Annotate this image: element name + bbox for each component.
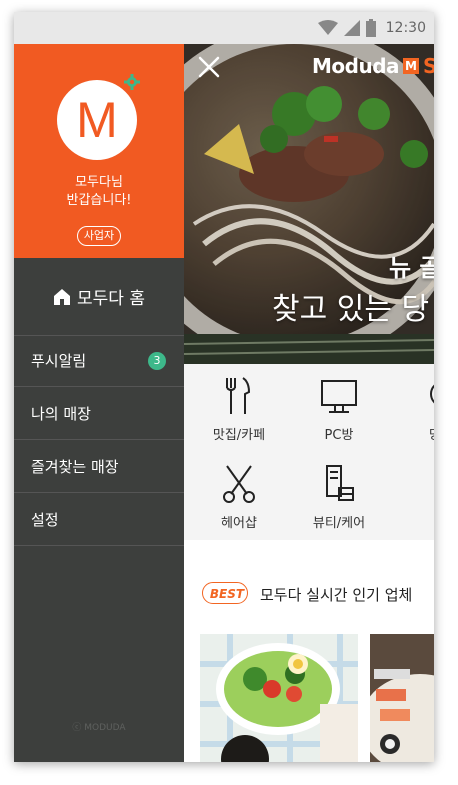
menu-item-label: 나의 매장 xyxy=(31,405,91,423)
greeting-name: 모두다님 xyxy=(75,175,123,190)
business-button[interactable]: 사업자 xyxy=(77,226,121,246)
main-content: 뉴 골 찾고 있는 당 Moduda M S 맛집/카페 PC방 헤어샵 뷰티/… xyxy=(184,44,434,762)
hero-title-line2: 찾고 있는 당 xyxy=(272,292,430,327)
status-time: 12:30 xyxy=(385,20,426,36)
utensils-icon xyxy=(226,377,251,414)
close-icon xyxy=(198,56,220,78)
battery-icon xyxy=(365,19,376,37)
salad-photo xyxy=(200,634,358,762)
phone-screen: 12:30 뉴 골 찾고 있는 당 Moduda M S 맛집/카페 PC방 헤… xyxy=(14,12,434,762)
category-hair-salon[interactable]: 헤어샵 xyxy=(194,464,284,531)
category-pc-room[interactable]: PC방 xyxy=(294,376,384,443)
hero-title-line1: 뉴 골 xyxy=(389,254,434,282)
home-label: 모두다 홈 xyxy=(77,289,145,309)
hero-banner[interactable]: 뉴 골 찾고 있는 당 xyxy=(184,44,434,364)
notification-count-badge: 3 xyxy=(148,352,166,370)
greeting: 모두다님 반갑습니다! xyxy=(14,174,184,210)
category-label: 맛집/카페 xyxy=(212,428,266,443)
menu-item-push-notifications[interactable]: 푸시알림 3 xyxy=(14,335,184,387)
brand-logo: Moduda M S xyxy=(312,54,434,78)
best-item-thumbnail[interactable] xyxy=(200,634,358,762)
status-bar: 12:30 xyxy=(14,12,434,44)
cosmetics-icon xyxy=(326,465,354,501)
best-section-header: BEST 모두다 실시간 인기 업체 xyxy=(184,576,434,612)
category-beauty-care[interactable]: 뷰티/케어 xyxy=(294,464,384,531)
best-section-title: 모두다 실시간 인기 업체 xyxy=(260,586,413,604)
best-badge: BEST xyxy=(202,582,248,604)
category-label: PC방 xyxy=(324,428,354,443)
close-drawer-button[interactable] xyxy=(194,52,224,82)
wifi-icon xyxy=(317,20,338,35)
copyright: ⓒ MODUDA xyxy=(72,723,126,733)
partial-icon xyxy=(430,384,434,404)
category-label: 뷰티/케어 xyxy=(312,516,366,531)
menu-item-favorite-stores[interactable]: 즐겨찾는 매장 xyxy=(14,441,184,493)
menu-item-my-store[interactable]: 나의 매장 xyxy=(14,388,184,440)
home-icon xyxy=(54,288,71,305)
category-restaurant-cafe[interactable]: 맛집/카페 xyxy=(194,376,284,443)
brand-name: Moduda xyxy=(312,54,400,78)
monitor-icon xyxy=(321,380,357,413)
menu-item-label: 설정 xyxy=(31,511,59,529)
sushi-photo xyxy=(370,634,434,762)
category-label: 헤어샵 xyxy=(221,516,257,531)
home-menu-item[interactable]: 모두다 홈 xyxy=(14,258,184,336)
brand-mark: M xyxy=(403,58,420,74)
scissors-icon xyxy=(223,465,255,503)
greeting-message: 반갑습니다! xyxy=(66,193,132,208)
menu-item-label: 즐겨찾는 매장 xyxy=(31,458,119,476)
menu-item-label: 푸시알림 xyxy=(31,352,87,370)
best-item-thumbnail[interactable] xyxy=(370,634,434,762)
profile-header: M 모두다님 반갑습니다! 사업자 xyxy=(14,44,184,258)
brand-suffix: S xyxy=(423,54,434,78)
category-partial[interactable]: 당 xyxy=(390,376,434,443)
category-label: 당 xyxy=(390,424,434,443)
menu-item-settings[interactable]: 설정 xyxy=(14,494,184,546)
profile-settings-button[interactable] xyxy=(122,72,142,92)
side-drawer: M 모두다님 반갑습니다! 사업자 모두다 홈 푸시알림 3 나의 매장 즐겨찾… xyxy=(14,44,184,762)
gear-icon xyxy=(123,73,141,91)
signal-icon xyxy=(343,20,360,36)
category-grid: 맛집/카페 PC방 당 xyxy=(184,364,434,540)
